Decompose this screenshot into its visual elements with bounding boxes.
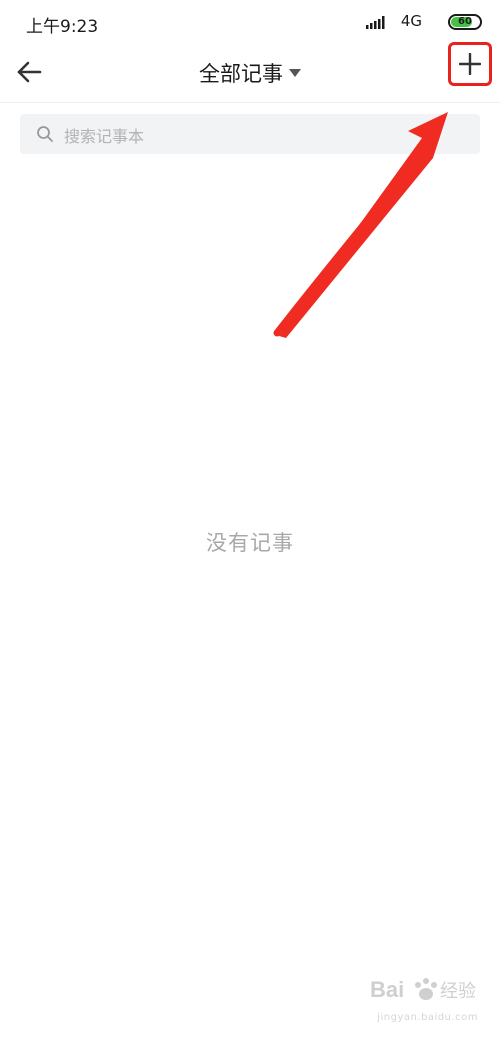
watermark-url: jingyan.baidu.com — [377, 1012, 478, 1023]
svg-text:Bai: Bai — [370, 977, 404, 1002]
baidu-jingyan-logo: Bai 经验 — [370, 977, 476, 1002]
svg-text:经验: 经验 — [440, 981, 476, 1002]
annotation-arrow — [273, 112, 448, 338]
empty-state-message: 没有记事 — [206, 531, 294, 555]
app-screen: 上午9:23 4G 60 全部记事 搜索记事本 没有记事 Bai 经验 jing… — [0, 0, 500, 1041]
watermark: Bai 经验 jingyan.baidu.com — [366, 971, 486, 1023]
